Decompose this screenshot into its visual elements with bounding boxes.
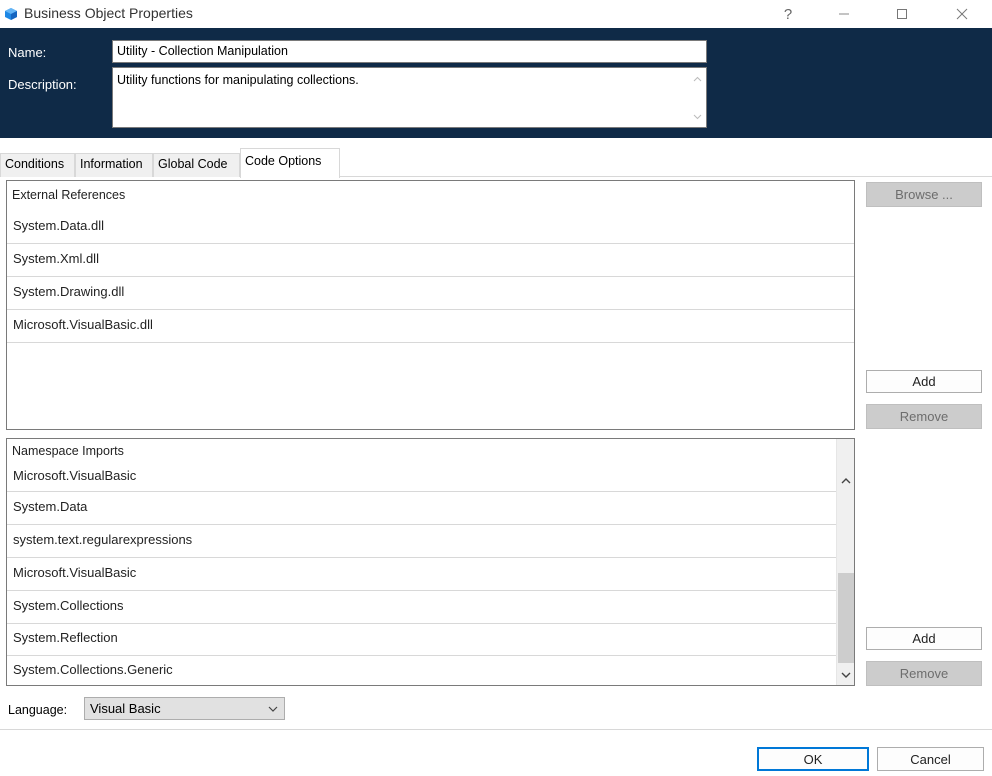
maximize-button[interactable] <box>880 0 924 28</box>
tab-conditions[interactable]: Conditions <box>0 153 75 177</box>
description-field[interactable]: Utility functions for manipulating colle… <box>112 67 707 128</box>
browse-button[interactable]: Browse ... <box>866 182 982 207</box>
list-item[interactable]: System.Collections <box>7 591 836 624</box>
tab-information[interactable]: Information <box>75 153 153 177</box>
list-item[interactable]: system.text.regularexpressions <box>7 525 836 558</box>
language-select[interactable]: Visual Basic <box>84 697 285 720</box>
ok-button[interactable]: OK <box>757 747 869 771</box>
external-references-header: External References <box>12 188 126 202</box>
tab-code-options[interactable]: Code Options <box>240 148 340 178</box>
scrollbar-thumb[interactable] <box>838 573 854 663</box>
description-text: Utility functions for manipulating colle… <box>117 73 359 87</box>
list-item[interactable]: Microsoft.VisualBasic <box>7 558 836 591</box>
window-title: Business Object Properties <box>24 5 193 21</box>
list-item[interactable]: System.Data.dll <box>7 211 854 244</box>
scroll-down-icon[interactable] <box>689 108 706 125</box>
namespace-imports-header: Namespace Imports <box>12 444 124 458</box>
name-field[interactable]: Utility - Collection Manipulation <box>112 40 707 63</box>
list-item[interactable]: Microsoft.VisualBasic.dll <box>7 310 854 343</box>
list-item[interactable]: System.Xml.dll <box>7 244 854 277</box>
close-button[interactable] <box>940 0 984 28</box>
help-button[interactable]: ? <box>766 0 810 28</box>
close-icon <box>956 8 968 20</box>
title-bar: Business Object Properties ? <box>0 0 992 28</box>
maximize-icon <box>897 9 907 19</box>
remove-reference-button[interactable]: Remove <box>866 404 982 429</box>
name-label: Name: <box>8 45 47 60</box>
add-reference-button[interactable]: Add <box>866 370 982 393</box>
cancel-button[interactable]: Cancel <box>877 747 984 771</box>
tab-global-code[interactable]: Global Code <box>153 153 240 177</box>
list-item[interactable]: System.Drawing.dll <box>7 277 854 310</box>
scroll-up-icon[interactable] <box>689 70 706 87</box>
minimize-icon <box>839 13 849 15</box>
external-references-list[interactable]: External References System.Data.dll Syst… <box>6 180 855 430</box>
list-item[interactable]: System.Collections.Generic <box>7 655 836 688</box>
namespace-scrollbar[interactable] <box>836 439 854 685</box>
list-item[interactable]: Microsoft.VisualBasic <box>7 459 836 492</box>
add-namespace-button[interactable]: Add <box>866 627 982 650</box>
minimize-button[interactable] <box>822 0 866 28</box>
language-label: Language: <box>8 703 68 717</box>
remove-namespace-button[interactable]: Remove <box>866 661 982 686</box>
list-item[interactable]: System.Data <box>7 492 836 525</box>
scroll-up-icon[interactable] <box>837 471 855 489</box>
language-selected-value: Visual Basic <box>90 701 161 716</box>
list-item[interactable]: System.Reflection <box>7 623 836 656</box>
app-cube-icon <box>4 7 18 21</box>
description-label: Description: <box>8 77 77 92</box>
namespace-imports-list[interactable]: Namespace Imports Microsoft.VisualBasic … <box>6 438 855 686</box>
description-scrollbar[interactable] <box>689 68 706 127</box>
help-icon: ? <box>783 5 793 23</box>
scroll-down-icon[interactable] <box>837 666 855 684</box>
chevron-down-icon <box>266 702 280 716</box>
